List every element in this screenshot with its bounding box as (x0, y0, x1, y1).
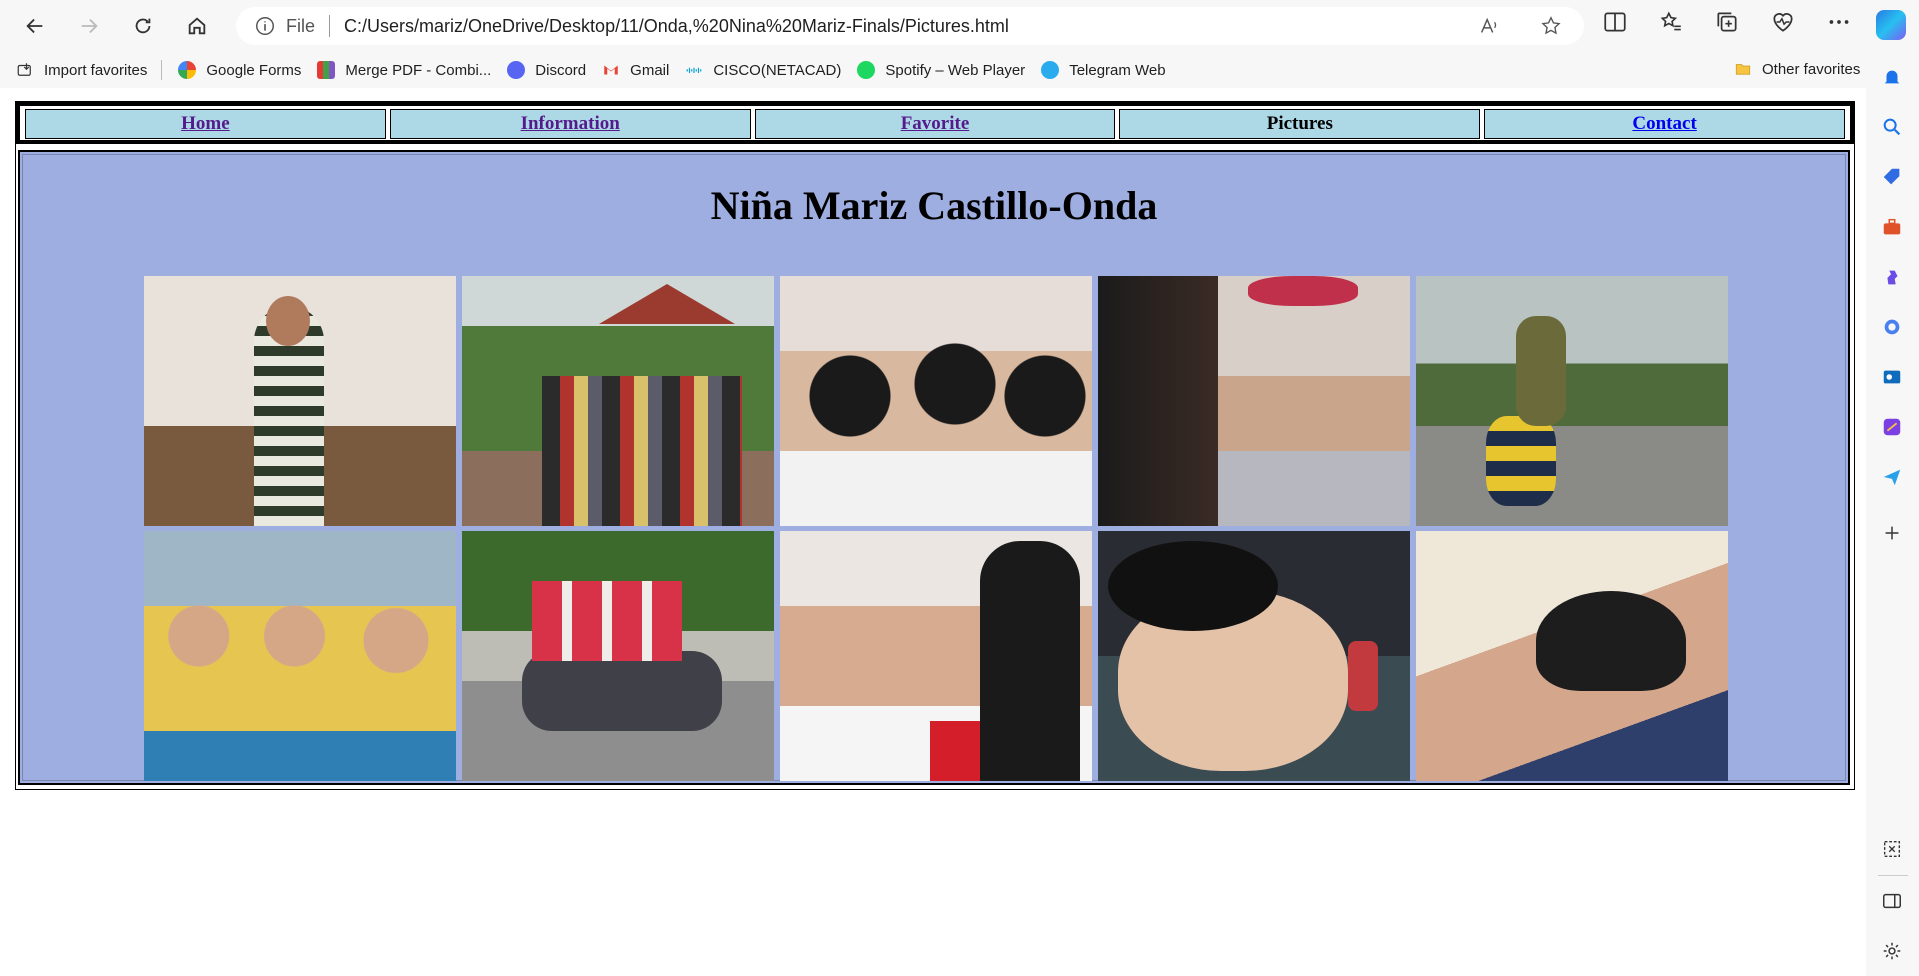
favorites-list-icon[interactable] (1658, 9, 1684, 35)
cisco-icon (686, 67, 702, 73)
gallery-photo (780, 276, 1092, 526)
search-icon[interactable] (1881, 116, 1903, 138)
favorite-label: Google Forms (206, 61, 302, 79)
gallery-photo (1416, 531, 1728, 781)
screenshot-icon[interactable] (1881, 838, 1903, 860)
more-options-icon[interactable] (1826, 9, 1852, 35)
page-title: Niña Mariz Castillo-Onda (710, 183, 1158, 228)
favorite-star-icon[interactable] (1540, 15, 1562, 37)
gallery-photo (144, 276, 456, 526)
nav-link-information[interactable]: Information (521, 113, 620, 135)
collections-icon[interactable] (1714, 9, 1740, 35)
settings-gear-icon[interactable] (1881, 940, 1903, 962)
home-button[interactable] (180, 9, 214, 43)
other-favorites-label: Other favorites (1762, 60, 1861, 78)
back-arrow-icon (26, 18, 43, 34)
favorite-spotify[interactable]: Spotify – Web Player (857, 61, 1025, 79)
copilot-icon[interactable] (1876, 10, 1906, 40)
favorite-label: Spotify – Web Player (885, 61, 1026, 79)
favorite-label: CISCO(NETACAD) (713, 61, 842, 79)
favorite-google-forms[interactable]: Google Forms (178, 61, 301, 79)
favorite-telegram[interactable]: Telegram Web (1041, 61, 1166, 79)
gmail-icon (604, 65, 618, 75)
google-icon (178, 61, 197, 79)
address-url[interactable]: C:/Users/mariz/OneDrive/Desktop/11/Onda,… (344, 16, 1009, 37)
content-box: Niña Mariz Castillo-Onda (18, 150, 1850, 785)
nav-link-favorite[interactable]: Favorite (901, 113, 970, 135)
gallery-photo (462, 531, 774, 781)
nav-current-pictures: Pictures (1266, 113, 1333, 134)
nav-link-contact[interactable]: Contact (1632, 113, 1696, 135)
address-bar[interactable]: File C:/Users/mariz/OneDrive/Desktop/11/… (236, 7, 1584, 45)
nav-cell-favorite: Favorite (754, 109, 1116, 139)
favorite-gmail[interactable]: Gmail (602, 61, 669, 79)
favorites-separator (161, 60, 163, 80)
favorites-bar: Import favorites Google Forms Merge PDF … (0, 52, 1919, 88)
favorite-import[interactable]: Import favorites (16, 61, 147, 79)
favorite-merge-pdf[interactable]: Merge PDF - Combi... (317, 61, 491, 79)
nav-cell-information: Information (389, 109, 751, 139)
microsoft-365-icon[interactable] (1881, 316, 1903, 338)
other-favorites[interactable]: Other favorites (1734, 60, 1860, 78)
hide-sidebar-icon[interactable] (1881, 890, 1903, 912)
folder-icon (1735, 64, 1751, 75)
refresh-button[interactable] (126, 9, 160, 43)
browser-essentials-icon[interactable] (1770, 9, 1796, 35)
favorite-label: Telegram Web (1069, 61, 1166, 79)
gallery-photo (780, 531, 1092, 781)
favorite-label: Discord (535, 61, 587, 79)
browser-toolbar: File C:/Users/mariz/OneDrive/Desktop/11/… (0, 0, 1919, 52)
favorite-label: Merge PDF - Combi... (345, 61, 492, 79)
read-aloud-icon[interactable] (1478, 15, 1500, 37)
gallery-photo (1416, 276, 1728, 526)
home-icon (188, 17, 206, 35)
tools-icon[interactable] (1881, 216, 1903, 238)
refresh-icon (135, 18, 151, 34)
nav-cell-home: Home (25, 109, 386, 139)
back-button[interactable] (18, 9, 52, 43)
info-icon[interactable] (254, 15, 276, 37)
favorite-discord[interactable]: Discord (507, 61, 586, 79)
favorite-label: Import favorites (44, 61, 148, 79)
address-separator (329, 15, 331, 37)
favorite-label: Gmail (630, 61, 670, 79)
games-icon[interactable] (1881, 266, 1903, 288)
photo-gallery (144, 276, 1730, 781)
nav-cell-pictures: Pictures (1119, 109, 1481, 139)
forward-arrow-icon (81, 18, 98, 34)
spotify-icon (857, 61, 876, 79)
pdf-icon (317, 61, 336, 79)
outlook-icon[interactable] (1881, 366, 1903, 388)
gallery-photo (1098, 531, 1410, 781)
gallery-photo (144, 531, 456, 781)
notification-bell-icon[interactable] (1881, 66, 1903, 88)
send-icon[interactable] (1881, 466, 1903, 488)
favorite-cisco[interactable]: CISCO(NETACAD) (685, 61, 841, 79)
gallery-photo (1098, 276, 1410, 526)
import-icon (17, 63, 31, 76)
shopping-tag-icon[interactable] (1881, 166, 1903, 188)
gallery-photo (462, 276, 774, 526)
discord-icon (507, 61, 526, 79)
forward-button[interactable] (72, 9, 106, 43)
telegram-icon (1041, 61, 1060, 79)
nav-table: Home Information Favorite Pictures Conta… (16, 102, 1854, 144)
nav-link-home[interactable]: Home (181, 113, 230, 135)
split-screen-icon[interactable] (1602, 9, 1628, 35)
nav-cell-contact: Contact (1484, 109, 1845, 139)
page-frame: Home Information Favorite Pictures Conta… (15, 101, 1855, 790)
sidebar-divider (1878, 875, 1908, 876)
address-file-label: File (286, 15, 316, 36)
edge-sidebar (1866, 52, 1919, 976)
designer-icon[interactable] (1881, 416, 1903, 438)
add-icon[interactable] (1881, 522, 1903, 544)
web-page: Home Information Favorite Pictures Conta… (0, 88, 1866, 976)
